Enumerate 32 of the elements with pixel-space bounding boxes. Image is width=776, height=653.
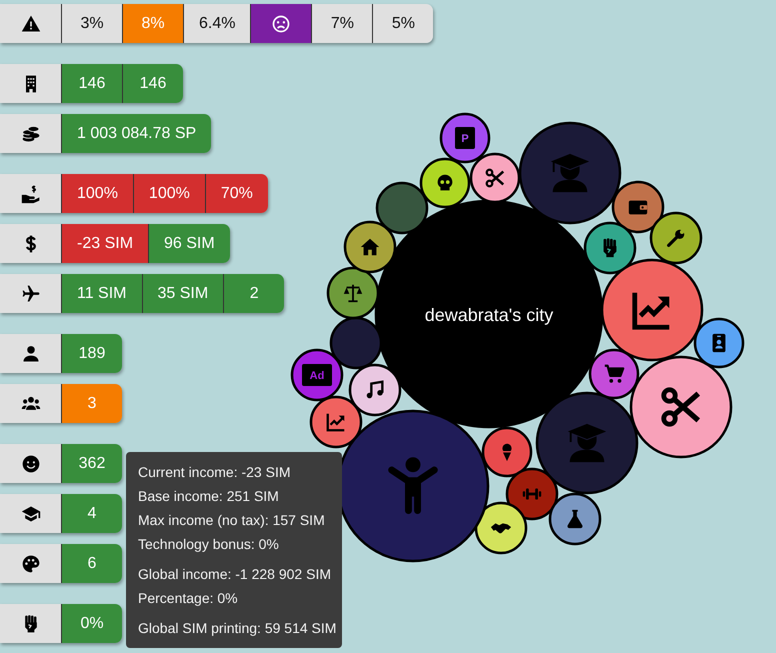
stat-value: 100% bbox=[132, 174, 205, 213]
stat-value: 4 bbox=[61, 494, 122, 533]
stat-value: 3% bbox=[61, 4, 122, 43]
stat-value: 6 bbox=[61, 544, 122, 583]
sign-letters: Ad bbox=[310, 370, 324, 382]
tooltip-line: Technology bonus: 0% bbox=[138, 535, 279, 554]
stat-value: 2 bbox=[223, 274, 284, 313]
stat-value: 362 bbox=[61, 444, 122, 483]
stat-value: 0% bbox=[61, 604, 122, 643]
city-name: dewabrata's city bbox=[424, 305, 554, 325]
stat-value: 11 SIM bbox=[61, 274, 142, 313]
tooltip-line: Current income: -23 SIM bbox=[138, 463, 290, 482]
stat-value: 7% bbox=[311, 4, 372, 43]
stat-value: 6.4% bbox=[183, 4, 250, 43]
stat-value: 35 SIM bbox=[142, 274, 224, 313]
stat-value: 3 bbox=[61, 384, 122, 423]
stat-value: 100% bbox=[61, 174, 133, 213]
stat-value: 96 SIM bbox=[148, 224, 230, 263]
tooltip-line: Percentage: 0% bbox=[138, 589, 238, 608]
tooltip-line: Global income: -1 228 902 SIM bbox=[138, 565, 331, 584]
stat-value: 8% bbox=[122, 4, 183, 43]
stat-value: 189 bbox=[61, 334, 122, 373]
sign-letters: P bbox=[461, 133, 469, 145]
stat-value: 5% bbox=[372, 4, 434, 43]
stat-value: 70% bbox=[204, 174, 268, 213]
stat-value: 1 003 084.78 SP bbox=[61, 114, 212, 153]
stat-value: 146 bbox=[122, 64, 183, 103]
stat-value: -23 SIM bbox=[61, 224, 148, 263]
stat-value: 146 bbox=[61, 64, 122, 103]
tooltip-line: Base income: 251 SIM bbox=[138, 487, 279, 506]
tooltip-line: Global SIM printing: 59 514 SIM bbox=[138, 619, 336, 638]
tooltip-line: Max income (no tax): 157 SIM bbox=[138, 511, 325, 530]
